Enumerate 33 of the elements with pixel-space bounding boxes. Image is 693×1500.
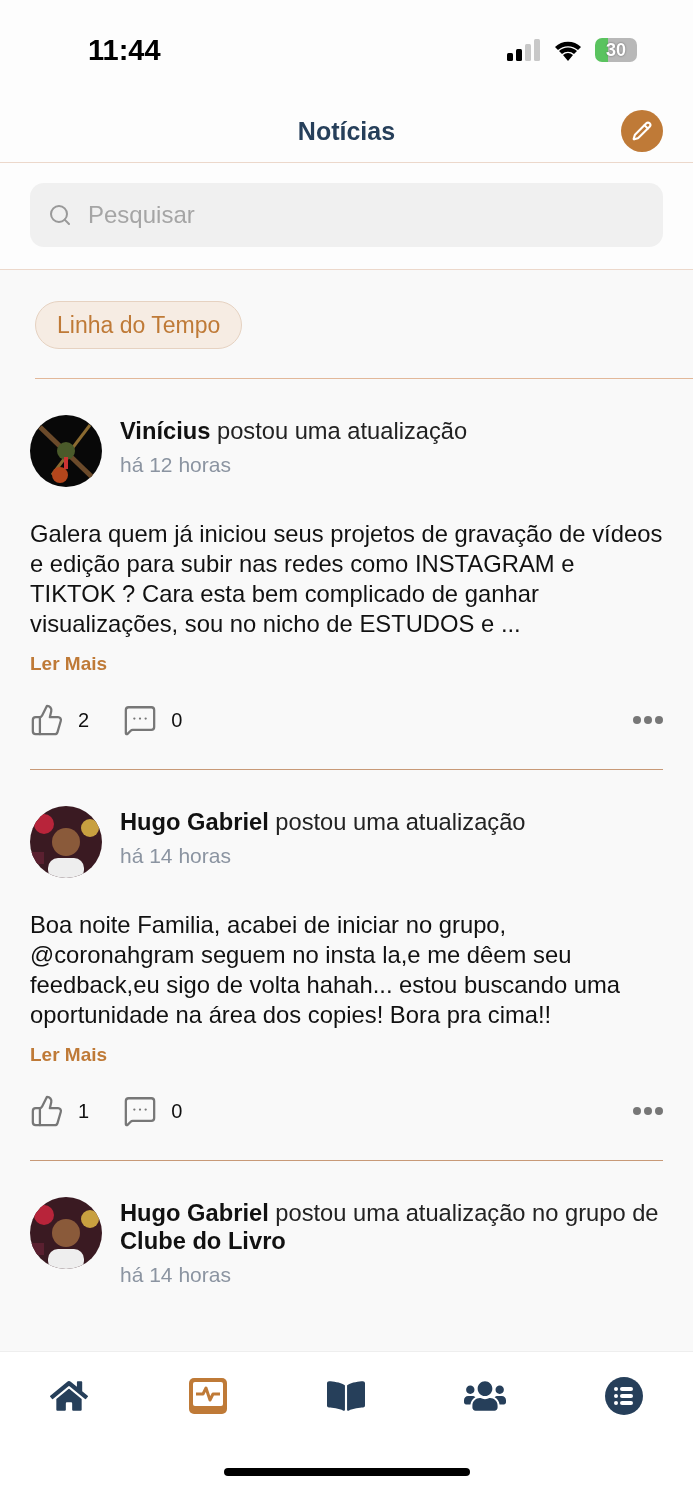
like-icon[interactable] bbox=[30, 703, 64, 737]
post-time: há 14 horas bbox=[120, 1263, 232, 1287]
menu-icon bbox=[604, 1377, 643, 1415]
filter-chip[interactable]: Linha do Tempo bbox=[35, 301, 243, 349]
post-author: Vinícius postou uma atualização bbox=[120, 417, 468, 445]
post-time: há 12 horas bbox=[120, 453, 232, 477]
post-time: há 14 horas bbox=[120, 844, 232, 868]
read-more-link[interactable]: Ler Mais bbox=[30, 653, 108, 675]
wifi-icon bbox=[553, 39, 583, 61]
comment-icon[interactable] bbox=[123, 1094, 158, 1128]
comment-count: 0 bbox=[171, 1099, 183, 1123]
comment-icon[interactable] bbox=[123, 703, 158, 737]
page-title: Notícias bbox=[297, 116, 396, 146]
like-icon[interactable] bbox=[30, 1094, 64, 1128]
pulse-monitor-icon bbox=[188, 1378, 227, 1414]
search-field[interactable]: Pesquisar bbox=[30, 183, 663, 247]
post-author: Hugo Gabriel postou uma atualização no grupo de Clube do Livro bbox=[120, 1199, 660, 1255]
more-button[interactable] bbox=[633, 1107, 663, 1115]
like-count: 2 bbox=[78, 708, 90, 732]
search-icon bbox=[48, 203, 72, 227]
read-more-link[interactable]: Ler Mais bbox=[30, 1044, 108, 1066]
more-button[interactable] bbox=[633, 716, 663, 724]
status-time: 11:44 bbox=[88, 33, 161, 67]
post-text: Galera quem já iniciou seus projetos de gravação de vídeos e edição para subir nas redes como INSTAGRAM e TIKTOK ? Cara esta bem complicado de ganhar visualizações, sou no nicho de ESTUDOS e ... bbox=[30, 519, 663, 639]
comment-count: 0 bbox=[171, 708, 183, 732]
post-text: Boa noite Familia, acabei de iniciar no grupo, @coronahgram seguem no insta la,e me dêem seu feedback,eu sigo de volta hahah... estou buscando uma oportunidade na área dos copies! Bora pra cima!! bbox=[30, 910, 622, 1030]
more-icon bbox=[633, 716, 663, 724]
signal-icon bbox=[507, 39, 541, 61]
more-icon bbox=[633, 1107, 663, 1115]
like-count: 1 bbox=[78, 1099, 90, 1123]
post-author: Hugo Gabriel postou uma atualização bbox=[120, 808, 526, 836]
pencil-icon bbox=[632, 121, 652, 141]
edit-button[interactable] bbox=[621, 110, 663, 152]
